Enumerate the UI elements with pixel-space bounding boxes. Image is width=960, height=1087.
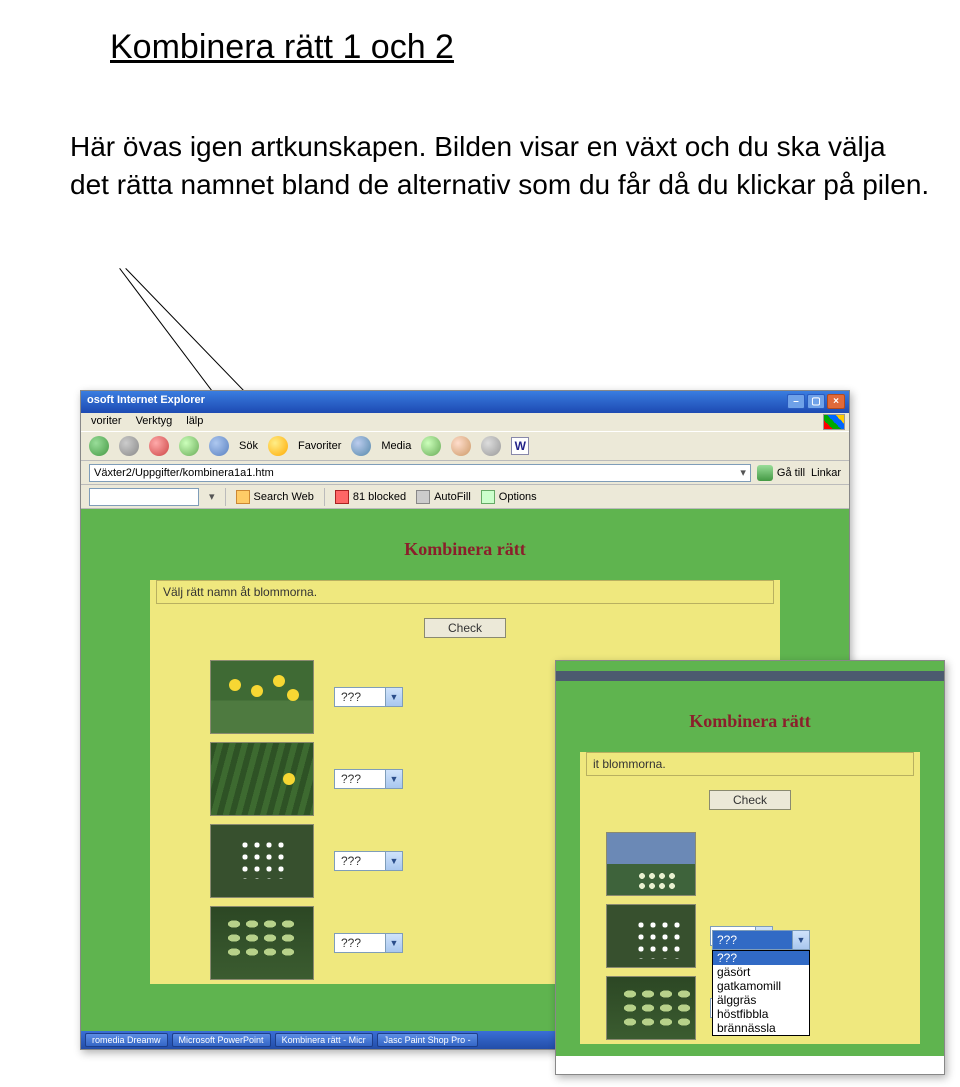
select-value-selected: ???: [713, 931, 792, 949]
refresh-icon[interactable]: [179, 436, 199, 456]
select-option[interactable]: älggräs: [713, 993, 809, 1007]
taskbar-button[interactable]: romedia Dreamw: [85, 1033, 168, 1047]
chevron-down-icon[interactable]: ▾: [209, 490, 215, 503]
plant-thumbnail: [606, 832, 696, 896]
toolbar: Sök Favoriter Media W: [81, 431, 849, 461]
select-value: ???: [335, 770, 385, 788]
chevron-down-icon[interactable]: ▼: [385, 934, 402, 952]
plant-thumbnail: [606, 904, 696, 968]
chevron-down-icon[interactable]: ▼: [385, 688, 402, 706]
mail-icon[interactable]: [451, 436, 471, 456]
select-value: ???: [335, 688, 385, 706]
select-option[interactable]: ???: [713, 951, 809, 965]
quiz-panel: it blommorna. Check ??? ▼ ??? ▼: [580, 752, 920, 1044]
search-icon[interactable]: [209, 436, 229, 456]
autofill-button[interactable]: AutoFill: [416, 490, 471, 504]
search-web-label: Search Web: [254, 491, 314, 503]
chevron-down-icon[interactable]: ▼: [385, 770, 402, 788]
autofill-label: AutoFill: [434, 491, 471, 503]
options-label: Options: [499, 491, 537, 503]
back-icon[interactable]: [89, 436, 109, 456]
toolbar-media-label[interactable]: Media: [381, 440, 411, 452]
plant-thumbnail: [210, 660, 314, 734]
close-button[interactable]: ×: [827, 394, 845, 409]
popup-blocked-label: 81 blocked: [353, 491, 406, 503]
select-option[interactable]: höstfibbla: [713, 1007, 809, 1021]
window-titlebar: osoft Internet Explorer – ▢ ×: [81, 391, 849, 413]
select-value: ???: [335, 852, 385, 870]
plant-thumbnail: [210, 906, 314, 980]
select-value: ???: [335, 934, 385, 952]
links-label[interactable]: Linkar: [811, 467, 841, 479]
taskbar-button[interactable]: Microsoft PowerPoint: [172, 1033, 271, 1047]
address-input[interactable]: Växter2/Uppgifter/kombinera1a1.htm ▾: [89, 464, 751, 482]
minimize-button[interactable]: –: [787, 394, 805, 409]
select-listbox[interactable]: ??? gäsört gatkamomill älggräs höstfibbl…: [712, 950, 810, 1036]
forward-icon[interactable]: [119, 436, 139, 456]
answer-select-open[interactable]: ??? ▼ ??? gäsört gatkamomill älggräs hös…: [712, 930, 810, 1036]
content-heading: Kombinera rätt: [556, 681, 944, 746]
options-icon: [481, 490, 495, 504]
print-icon[interactable]: [481, 436, 501, 456]
chevron-down-icon[interactable]: ▼: [385, 852, 402, 870]
stop-icon[interactable]: [149, 436, 169, 456]
plant-thumbnail: [606, 976, 696, 1040]
instruction-box: Välj rätt namn åt blommorna.: [156, 580, 774, 604]
go-icon: [757, 465, 773, 481]
separator: [225, 488, 226, 506]
menu-favoriter[interactable]: voriter: [91, 415, 122, 429]
taskbar-button[interactable]: Kombinera rätt - Micr: [275, 1033, 373, 1047]
google-search-input[interactable]: [89, 488, 199, 506]
autofill-icon: [416, 490, 430, 504]
menu-verktyg[interactable]: Verktyg: [136, 415, 173, 429]
taskbar-button[interactable]: Jasc Paint Shop Pro -: [377, 1033, 478, 1047]
answer-select[interactable]: ??? ▼: [334, 933, 403, 953]
screenshot-dropdown: Kombinera rätt it blommorna. Check ??? ▼…: [555, 660, 945, 1075]
check-button[interactable]: Check: [709, 790, 791, 810]
content-heading: Kombinera rätt: [81, 509, 849, 574]
maximize-button[interactable]: ▢: [807, 394, 825, 409]
google-toolbar: ▾ Search Web 81 blocked AutoFill Options: [81, 485, 849, 509]
search-icon: [236, 490, 250, 504]
history-icon[interactable]: [421, 436, 441, 456]
answer-select[interactable]: ??? ▼: [334, 851, 403, 871]
menu-hjalp[interactable]: lälp: [186, 415, 203, 429]
go-button[interactable]: Gå till: [757, 465, 805, 481]
page-paragraph: Här övas igen artkunskapen. Bilden visar…: [70, 128, 930, 204]
popup-icon: [335, 490, 349, 504]
select-option[interactable]: gäsört: [713, 965, 809, 979]
separator: [324, 488, 325, 506]
instruction-box: it blommorna.: [586, 752, 914, 776]
page-content: Kombinera rätt it blommorna. Check ??? ▼…: [556, 661, 944, 1056]
toolbar-sok-label[interactable]: Sök: [239, 440, 258, 452]
address-url: Växter2/Uppgifter/kombinera1a1.htm: [94, 467, 274, 479]
quiz-row: [580, 828, 920, 900]
chevron-down-icon[interactable]: ▾: [740, 466, 746, 479]
select-option[interactable]: brännässla: [713, 1021, 809, 1035]
windows-logo-icon: [823, 414, 845, 430]
media-icon[interactable]: [351, 436, 371, 456]
address-bar: Växter2/Uppgifter/kombinera1a1.htm ▾ Gå …: [81, 461, 849, 485]
plant-thumbnail: [210, 742, 314, 816]
search-web-button[interactable]: Search Web: [236, 490, 314, 504]
answer-select[interactable]: ??? ▼: [334, 769, 403, 789]
chevron-down-icon[interactable]: ▼: [792, 931, 809, 949]
menu-bar: voriter Verktyg lälp: [81, 413, 849, 431]
word-icon[interactable]: W: [511, 437, 529, 455]
window-title: osoft Internet Explorer: [87, 394, 205, 406]
toolbar-favoriter-label[interactable]: Favoriter: [298, 440, 341, 452]
page-title: Kombinera rätt 1 och 2: [110, 28, 454, 67]
answer-select[interactable]: ??? ▼: [334, 687, 403, 707]
select-option[interactable]: gatkamomill: [713, 979, 809, 993]
go-label: Gå till: [777, 467, 805, 479]
popup-blocked-button[interactable]: 81 blocked: [335, 490, 406, 504]
favorites-icon[interactable]: [268, 436, 288, 456]
plant-thumbnail: [210, 824, 314, 898]
check-button[interactable]: Check: [424, 618, 506, 638]
options-button[interactable]: Options: [481, 490, 537, 504]
